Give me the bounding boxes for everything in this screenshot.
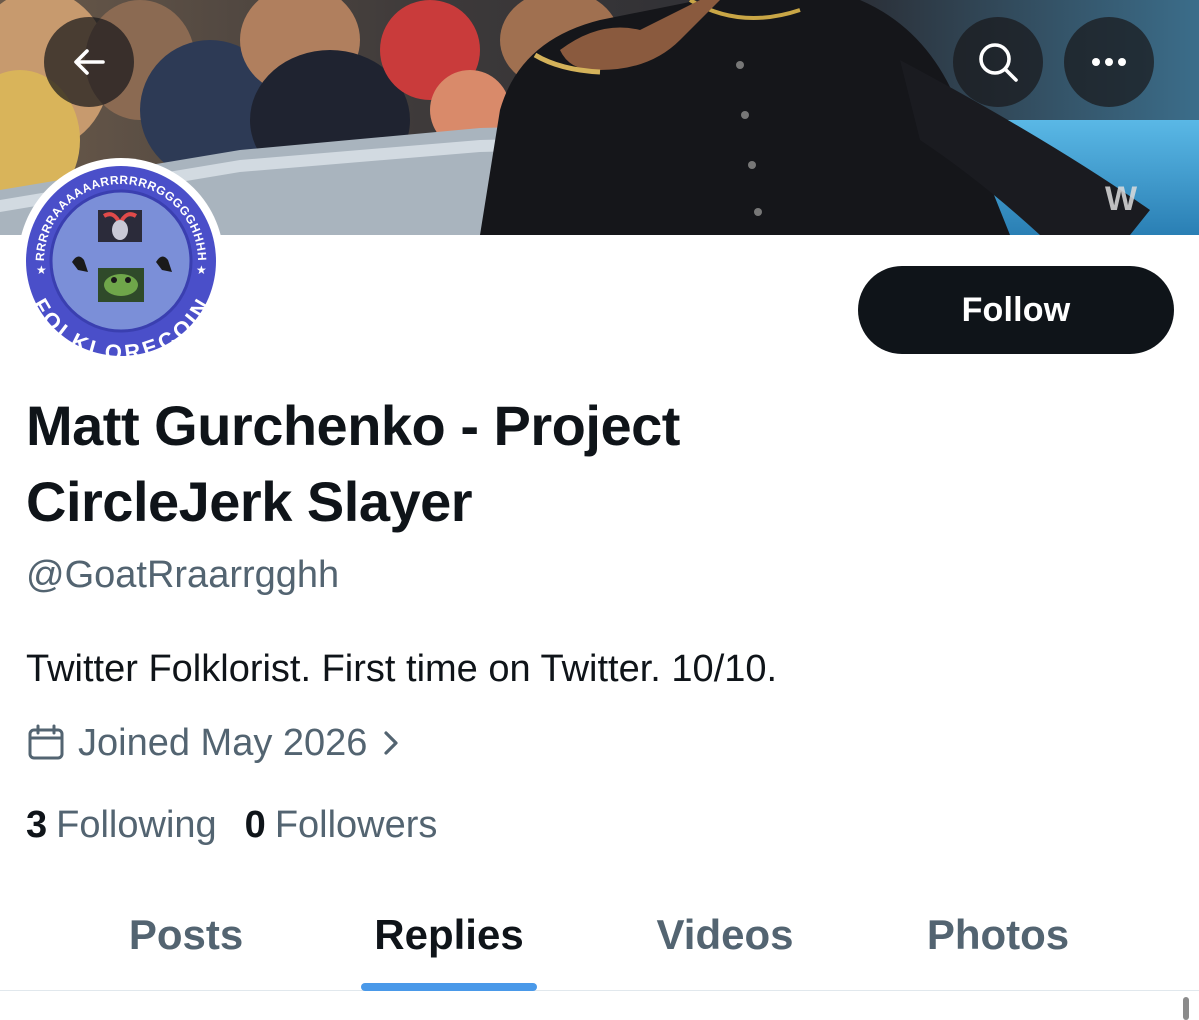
followers-count: 0 [244,803,266,846]
following-link[interactable]: 3 Following [26,804,217,847]
follow-button[interactable]: Follow [858,266,1174,354]
profile-bio: Twitter Folklorist. First time on Twitte… [26,648,778,690]
tab-indicator-track [0,982,1199,992]
user-handle: @GoatRraarrgghh [26,554,340,596]
display-name: Matt Gurchenko - Project CircleJerk Slay… [26,394,680,533]
followers-link[interactable]: 0 Followers [245,804,438,847]
svg-text:★: ★ [196,263,207,277]
profile-tabs: Posts Replies Videos Photos [0,880,1199,991]
tab-posts[interactable]: Posts [86,880,286,990]
followers-label: Followers [274,803,438,846]
tab-replies[interactable]: Replies [340,880,558,990]
following-count: 3 [26,803,48,846]
search-icon [979,43,1018,82]
search-button[interactable] [953,17,1043,107]
chevron-right-icon [384,731,399,755]
active-tab-indicator [361,983,537,991]
calendar-icon [28,724,64,760]
back-arrow-icon [74,49,105,75]
scrollbar-thumb[interactable] [1183,997,1189,1020]
joined-date[interactable]: Joined May 2026 [26,718,403,768]
folklorecoin-logo: RRRRRAAAAAARRRRRRGGGGGHHHH FOLKLORECOIN … [26,166,216,358]
following-label: Following [56,803,217,846]
tab-photos[interactable]: Photos [890,880,1106,990]
profile-avatar[interactable]: RRRRRAAAAAARRRRRRGGGGGHHHH FOLKLORECOIN … [18,158,224,364]
follow-stats: 3 Following 0 Followers [26,800,437,850]
back-button[interactable] [44,17,134,107]
profile-page: W RRRRRAAAAAARRRRRRGGGGGHHHH FOLKLORECOI… [0,0,1199,1020]
tab-videos[interactable]: Videos [610,880,840,990]
more-options-button[interactable] [1064,17,1154,107]
svg-text:★: ★ [36,263,47,277]
joined-label: Joined May 2026 [78,721,368,764]
banner-watermark: W [1105,180,1138,218]
more-dots-icon [1092,58,1126,66]
